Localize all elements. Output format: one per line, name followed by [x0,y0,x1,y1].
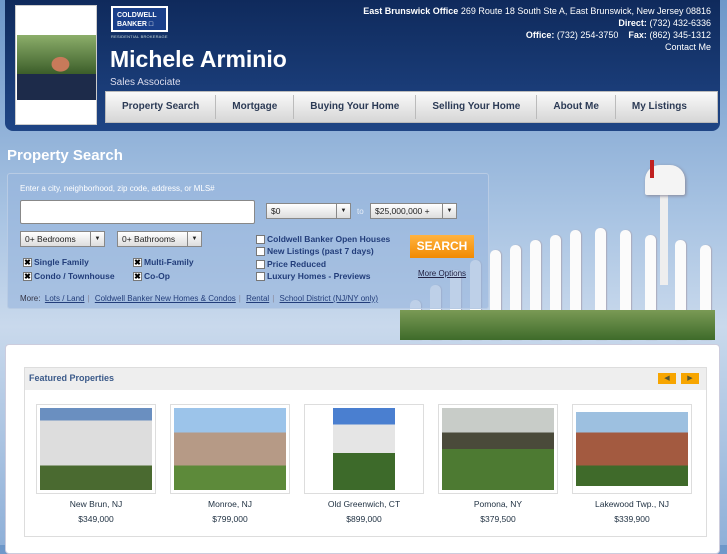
filter-price-reduced[interactable]: Price Reduced [256,259,326,269]
direct-label: Direct: [618,18,647,28]
property-card[interactable]: New Brun, NJ $349,000 [36,404,156,524]
property-price: $339,900 [614,514,650,524]
checkbox-checked-icon[interactable]: ✖ [133,271,142,281]
filter-new-listings[interactable]: New Listings (past 7 days) [256,246,374,256]
chevron-down-icon: ▼ [187,232,201,246]
school-district-link[interactable]: School District (NJ/NY only) [280,294,379,303]
checkbox-label: Single Family [34,257,89,267]
checkbox-checked-icon[interactable]: ✖ [23,257,32,267]
property-card[interactable]: Pomona, NY $379,500 [438,404,558,524]
checkbox-label: New Listings (past 7 days) [267,246,374,256]
direct-phone: (732) 432-6336 [649,18,711,28]
mailbox-flag [650,160,654,178]
property-price: $899,000 [346,514,382,524]
prev-arrow-icon[interactable]: ◀ [658,373,676,384]
property-location[interactable]: Pomona, NY [438,499,558,509]
main-nav: Property Search Mortgage Buying Your Hom… [105,91,718,123]
price-max-select[interactable]: $25,000,000 + ▼ [370,203,457,219]
checkbox-label: Coldwell Banker Open Houses [267,234,391,244]
featured-title: Featured Properties [25,368,706,390]
checkbox-label: Multi-Family [144,257,194,267]
type-single-family[interactable]: ✖ Single Family [23,257,89,267]
property-location[interactable]: Lakewood Twp., NJ [572,499,692,509]
search-button[interactable]: SEARCH [410,235,474,258]
search-label: Enter a city, neighborhood, zip code, ad… [20,184,215,193]
next-arrow-icon[interactable]: ▶ [681,373,699,384]
price-min-select[interactable]: $0 ▼ [266,203,351,219]
filter-luxury[interactable]: Luxury Homes - Previews [256,271,370,281]
mailbox-post [660,195,668,285]
checkbox-label: Co-Op [144,271,170,281]
bedrooms-select[interactable]: 0+ Bedrooms ▼ [20,231,105,247]
nav-my-listings[interactable]: My Listings [616,95,703,119]
featured-section: Featured Properties ◀ ▶ New Brun, NJ $349… [5,344,720,554]
search-input[interactable] [20,200,255,224]
type-co-op[interactable]: ✖ Co-Op [133,271,170,281]
property-card[interactable]: Old Greenwich, CT $899,000 [304,404,424,524]
agent-name: Michele Arminio [110,46,287,72]
chevron-down-icon: ▼ [336,204,350,218]
more-links: More: Lots / Land | Coldwell Banker New H… [20,294,379,303]
lots-land-link[interactable]: Lots / Land [45,294,85,303]
to-label: to [357,207,364,216]
nav-mortgage[interactable]: Mortgage [216,95,295,119]
checkbox[interactable] [256,234,265,244]
property-photo[interactable] [36,404,156,494]
coldwell-banker-logo[interactable]: COLDWELL BANKER □ [111,6,168,32]
checkbox-label: Price Reduced [267,259,327,269]
agent-photo [15,5,97,125]
property-location[interactable]: New Brun, NJ [36,499,156,509]
nav-selling[interactable]: Selling Your Home [416,95,538,119]
property-location[interactable]: Monroe, NJ [170,499,290,509]
bedrooms-value: 0+ Bedrooms [25,234,76,244]
chevron-down-icon: ▼ [90,232,104,246]
checkbox[interactable] [256,271,265,281]
search-panel: Enter a city, neighborhood, zip code, ad… [7,173,489,309]
checkbox[interactable] [256,246,265,256]
checkbox-checked-icon[interactable]: ✖ [23,271,32,281]
type-multi-family[interactable]: ✖ Multi-Family [133,257,194,267]
nav-buying[interactable]: Buying Your Home [294,95,417,119]
featured-box: Featured Properties ◀ ▶ New Brun, NJ $349… [24,367,707,537]
office-address: 269 Route 18 South Ste A, East Brunswick… [460,6,711,16]
price-min-value: $0 [271,206,281,216]
grass [400,310,715,340]
property-location[interactable]: Old Greenwich, CT [304,499,424,509]
property-search-heading: Property Search [7,147,123,164]
checkbox-label: Luxury Homes - Previews [267,271,371,281]
office-phone-label: Office: [525,30,555,40]
bathrooms-select[interactable]: 0+ Bathrooms ▼ [117,231,202,247]
filter-open-houses[interactable]: Coldwell Banker Open Houses [256,234,390,244]
property-card[interactable]: Monroe, NJ $799,000 [170,404,290,524]
checkbox[interactable] [256,259,265,269]
contact-me-link[interactable]: Contact Me [363,41,711,53]
property-price: $349,000 [78,514,114,524]
property-card[interactable]: Lakewood Twp., NJ $339,900 [572,404,692,524]
property-price: $799,000 [212,514,248,524]
chevron-down-icon: ▼ [442,204,456,218]
more-label: More: [20,294,41,303]
rental-link[interactable]: Rental [246,294,269,303]
contact-info: East Brunswick Office 269 Route 18 South… [363,5,711,53]
new-homes-link[interactable]: Coldwell Banker New Homes & Condos [95,294,236,303]
property-photo[interactable] [572,404,692,494]
checkbox-label: Condo / Townhouse [34,271,115,281]
logo-subtitle: RESIDENTIAL BROKERAGE [111,34,168,39]
property-photo[interactable] [304,404,424,494]
nav-property-search[interactable]: Property Search [106,95,217,119]
fax-number: (862) 345-1312 [649,30,711,40]
price-max-value: $25,000,000 + [375,206,430,216]
checkbox-checked-icon[interactable]: ✖ [133,257,142,267]
fax-label: Fax: [628,30,647,40]
property-photo[interactable] [438,404,558,494]
property-photo[interactable] [170,404,290,494]
type-condo[interactable]: ✖ Condo / Townhouse [23,271,115,281]
property-price: $379,500 [480,514,516,524]
nav-about-me[interactable]: About Me [537,95,616,119]
more-options-link[interactable]: More Options [418,269,466,278]
office-label: East Brunswick Office [363,6,459,16]
bathrooms-value: 0+ Bathrooms [122,234,176,244]
office-phone: (732) 254-3750 [556,30,619,40]
agent-title: Sales Associate [110,77,181,88]
